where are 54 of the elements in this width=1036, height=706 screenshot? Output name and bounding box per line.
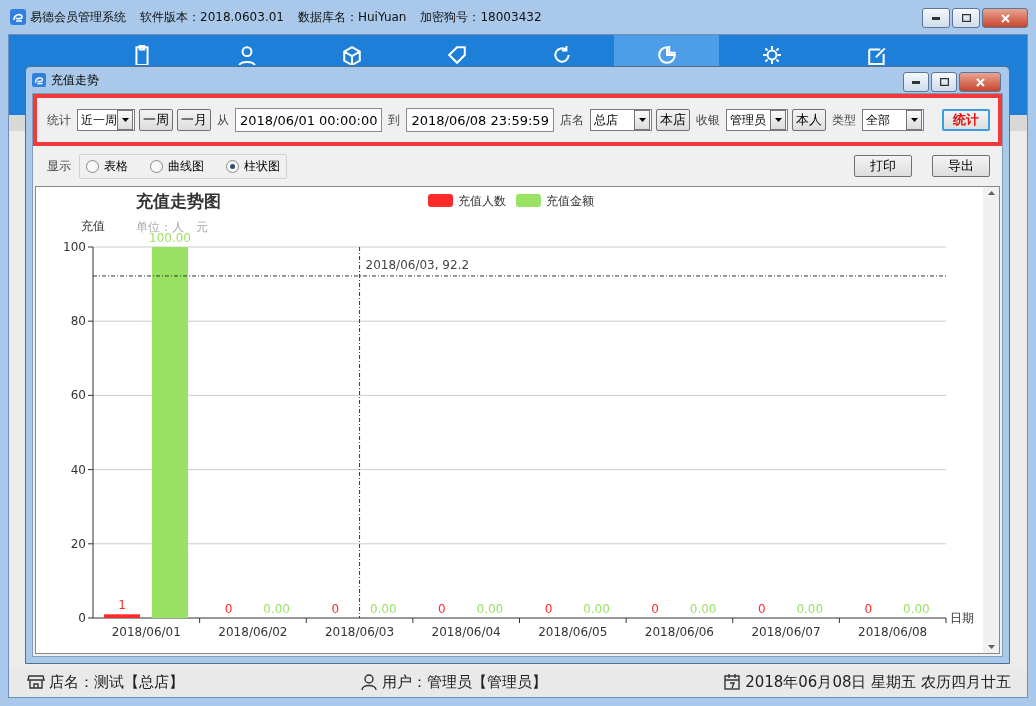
version-text: 软件版本：2018.0603.01 xyxy=(140,8,284,26)
value-label: 0 xyxy=(331,602,340,616)
dongle-text: 加密狗号：18003432 xyxy=(420,8,542,26)
y-tick-label: 80 xyxy=(70,314,86,329)
value-label: 0 xyxy=(544,602,553,616)
legend-label: 充值人数 xyxy=(458,194,506,208)
user-status: 用户：管理员【管理员】 xyxy=(360,672,548,692)
value-label: 0.00 xyxy=(689,602,717,616)
units-label: 单位：人 元 xyxy=(136,220,208,234)
legend-item: 充值金额 xyxy=(516,194,594,208)
x-tick-label: 2018/06/04 xyxy=(431,625,501,639)
x-tick-label: 2018/06/02 xyxy=(218,625,288,639)
value-label: 0 xyxy=(651,602,659,616)
app-title: 易德会员管理系统 xyxy=(30,8,126,26)
filter-label: 类型 xyxy=(832,111,857,129)
value-label: 0 xyxy=(757,602,766,616)
y-tick-label: 0 xyxy=(78,611,86,625)
y-tick-label: 100 xyxy=(63,240,86,254)
dialog-title: 充值走势 xyxy=(51,71,99,89)
y-tick-label: 20 xyxy=(70,536,86,551)
filter-label: 收银 xyxy=(696,111,721,129)
x-tick-label: 2018/06/08 xyxy=(858,625,928,639)
value-label: 1 xyxy=(118,598,126,613)
chart-title: 充值走势图 xyxy=(136,191,221,211)
y-axis-label: 充值 xyxy=(81,219,105,233)
value-label: 100.00 xyxy=(149,231,191,245)
value-label: 0 xyxy=(864,602,873,616)
date-status: 2018年06月08日 星期五 农历四月廿五 xyxy=(723,672,1011,692)
legend-item: 充值人数 xyxy=(428,194,506,208)
value-label: 0.00 xyxy=(903,602,930,616)
filter-label: 统计 xyxy=(47,111,71,129)
y-tick-label: 40 xyxy=(70,462,86,477)
y-tick-label: 60 xyxy=(70,388,86,403)
x-tick-label: 2018/06/05 xyxy=(538,625,608,639)
filter-label: 从 xyxy=(217,111,229,129)
display-label: 显示 xyxy=(47,157,71,175)
x-tick-label: 2018/06/07 xyxy=(751,625,821,639)
x-axis-label: 日期 xyxy=(950,611,974,625)
store-status: 店名：测试【总店】 xyxy=(27,672,184,692)
x-tick-label: 2018/06/03 xyxy=(325,625,395,639)
database-text: 数据库名：HuiYuan xyxy=(298,8,407,26)
x-tick-label: 2018/06/06 xyxy=(644,625,714,639)
value-label: 0.00 xyxy=(476,602,504,616)
x-tick-label: 2018/06/01 xyxy=(111,625,181,639)
crosshair-label: 2018/06/03, 92.2 xyxy=(365,258,470,272)
value-label: 0.00 xyxy=(263,602,290,616)
value-label: 0.00 xyxy=(796,602,824,616)
value-label: 0.00 xyxy=(583,602,610,616)
value-label: 0 xyxy=(438,602,446,616)
legend-label: 充值金额 xyxy=(546,194,594,208)
value-label: 0 xyxy=(224,602,233,616)
filter-label: 到 xyxy=(388,111,401,129)
filter-label: 店名 xyxy=(559,111,584,129)
value-label: 0.00 xyxy=(369,602,397,616)
